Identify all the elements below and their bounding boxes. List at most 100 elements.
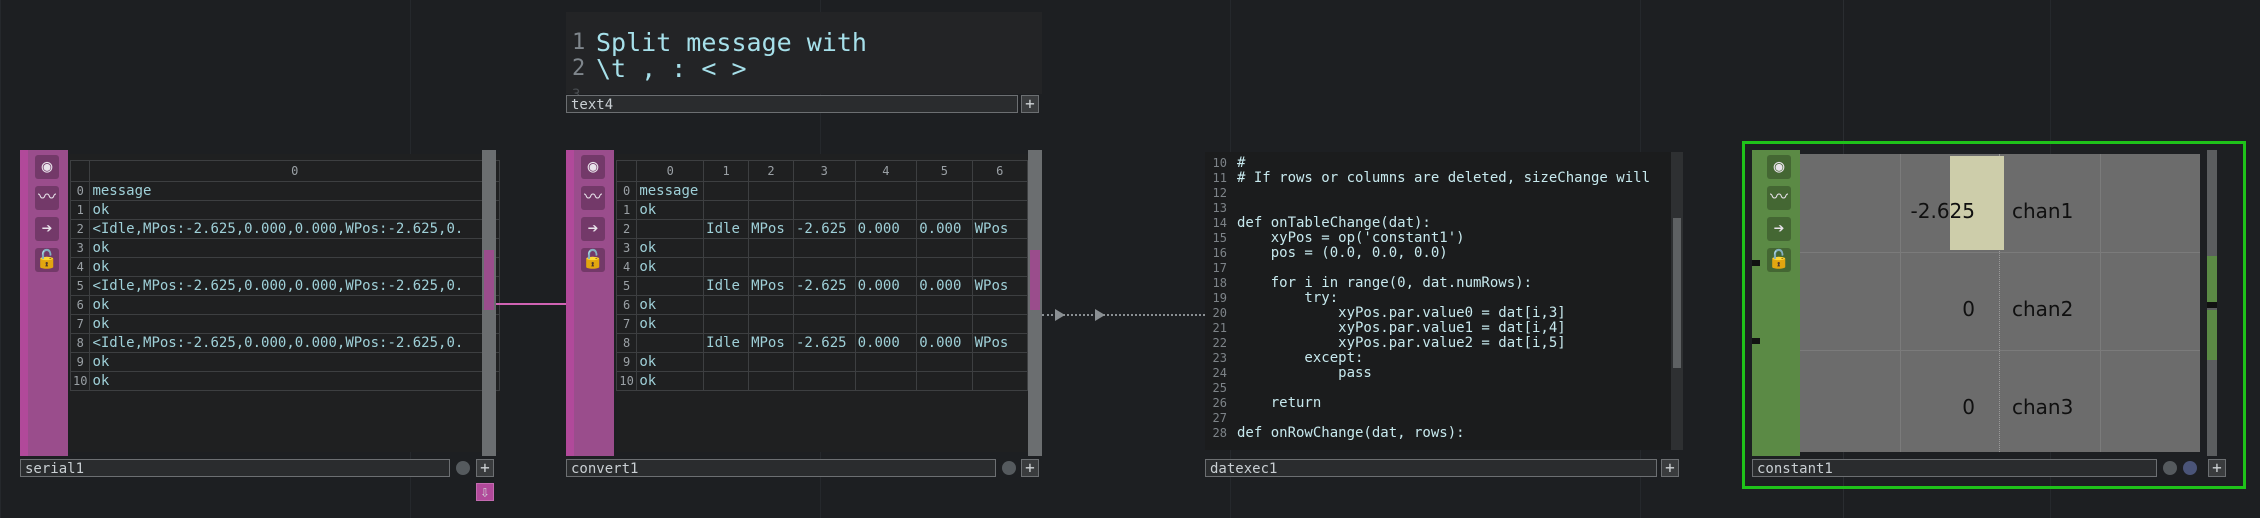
table-cell: ok (89, 257, 500, 277)
viewer-icon[interactable]: ◉ (581, 155, 605, 179)
download-icon[interactable]: ⇩ (476, 483, 494, 501)
table-cell: 0.000 (854, 219, 918, 239)
column-header: 6 (971, 160, 1029, 182)
table-viewer[interactable]: 0 0 message 1 ok 2 <Idle,MPos:-2.625,0.000,0.… (69, 154, 500, 452)
status-dot[interactable] (2163, 461, 2177, 475)
table-cell (792, 181, 856, 201)
output-port[interactable] (2207, 256, 2217, 306)
table-cell (916, 295, 973, 315)
column-header: 2 (748, 160, 794, 182)
table-cell (703, 295, 750, 315)
table-row: 4 ok (69, 257, 500, 277)
output-port[interactable] (2207, 310, 2217, 360)
table-cell: <Idle,MPos:-2.625,0.000,0.000,WPos:-2.62… (89, 276, 500, 296)
bypass-icon[interactable]: 〰 (35, 186, 59, 210)
table-cell (854, 314, 918, 334)
table-cell (916, 238, 973, 258)
table-cell (971, 257, 1029, 277)
plus-icon[interactable]: + (1021, 95, 1039, 113)
table-cell (916, 371, 973, 391)
table-cell (854, 352, 918, 372)
table-cell: ok (636, 314, 705, 334)
code-line: xyPos.par.value2 = dat[i,5] (1237, 335, 1566, 351)
serial-node[interactable]: ◉ 〰 ➔ 🔓 0 0 message 1 ok 2 <Idle,MPos:-2.625,… (20, 150, 500, 456)
output-port[interactable] (1030, 250, 1040, 310)
row-index: 8 (615, 333, 638, 353)
scrollbar-thumb[interactable] (1673, 218, 1681, 368)
table-cell: WPos (971, 276, 1029, 296)
code-line: except: (1237, 350, 1364, 366)
table-cell: 0.000 (916, 333, 973, 353)
bypass-icon[interactable]: 〰 (1767, 186, 1791, 210)
table-cell (854, 200, 918, 220)
bypass-icon[interactable]: 〰 (581, 186, 605, 210)
plus-icon[interactable]: + (2208, 459, 2226, 477)
arrow-right-icon[interactable]: ➔ (1767, 217, 1791, 241)
line-number: 22 (1212, 336, 1227, 350)
status-dot[interactable] (2183, 461, 2197, 475)
row-index: 5 (615, 276, 638, 296)
code-viewer[interactable]: 10 #11 # If rows or columns are deleted, s… (1205, 152, 1683, 450)
lock-icon[interactable]: 🔓 (1767, 248, 1791, 272)
table-cell (703, 238, 750, 258)
line-number: 26 (1212, 396, 1227, 410)
table-cell (748, 371, 794, 391)
input-bar (566, 150, 574, 456)
node-name-label[interactable]: datexec1 (1205, 459, 1657, 477)
table-cell: WPos (971, 219, 1029, 239)
code-line: try: (1237, 290, 1339, 306)
node-name-label[interactable]: constant1 (1752, 459, 2157, 477)
table-row: 5 Idle MPos -2.625 0.000 0.000 WPos (615, 276, 1029, 296)
line-number: 25 (1212, 381, 1227, 395)
wire (496, 303, 566, 305)
column-header: 4 (854, 160, 918, 182)
status-dot[interactable] (1002, 461, 1016, 475)
node-name-label[interactable]: serial1 (20, 459, 450, 477)
plus-icon[interactable]: + (1021, 459, 1039, 477)
table-cell (971, 371, 1029, 391)
table-cell: WPos (971, 333, 1029, 353)
table-row: 7 ok (69, 314, 500, 334)
output-port[interactable] (484, 250, 494, 310)
viewer-icon[interactable]: ◉ (35, 155, 59, 179)
input-connector[interactable] (1752, 338, 1760, 344)
table-row: 2 <Idle,MPos:-2.625,0.000,0.000,WPos:-2.6… (69, 219, 500, 239)
line-number: 27 (1212, 411, 1227, 425)
lock-icon[interactable]: 🔓 (35, 248, 59, 272)
status-dot[interactable] (456, 461, 470, 475)
arrow-right-icon[interactable]: ➔ (581, 217, 605, 241)
input-connector[interactable] (1752, 260, 1760, 266)
table-row: 6 ok (615, 295, 1029, 315)
table-row: 9 ok (615, 352, 1029, 372)
channel-value: 0 (1962, 297, 1975, 321)
table-cell: 0.000 (916, 219, 973, 239)
table-viewer[interactable]: 0123456 0 message 1 ok 2 Idle MPos -2.625 0.000 0… (615, 154, 1029, 452)
plus-icon[interactable]: + (476, 459, 494, 477)
table-cell (971, 181, 1029, 201)
table-cell: ok (636, 295, 705, 315)
viewer-icon[interactable]: ◉ (1767, 155, 1791, 179)
table-cell (854, 295, 918, 315)
channel-name: chan2 (2012, 297, 2074, 321)
arrow-right-icon[interactable]: ➔ (35, 217, 59, 241)
plus-icon[interactable]: + (1661, 459, 1679, 477)
node-name-label[interactable]: text4 (566, 95, 1018, 113)
corner-cell (69, 160, 91, 182)
channel-viewer[interactable]: -2.625 chan1 0 chan2 0 chan3 (1800, 154, 2200, 452)
constant-node[interactable]: ◉ 〰 ➔ 🔓 -2.625 chan1 0 chan2 0 chan3 (1752, 150, 2217, 456)
lock-icon[interactable]: 🔓 (581, 248, 605, 272)
text-line: Split message with (596, 28, 867, 57)
code-line: def onRowChange(dat, rows): (1237, 425, 1465, 441)
channel-value: -2.625 (1910, 199, 1975, 223)
table-cell (703, 352, 750, 372)
code-line: xyPos.par.value1 = dat[i,4] (1237, 320, 1566, 336)
line-number: 2 (572, 56, 586, 81)
text-node-viewer[interactable]: 1 Split message with 2 \t , : < > 3 (566, 12, 1042, 103)
convert-node[interactable]: ◉ 〰 ➔ 🔓 0123456 0 message 1 ok 2 Idle MPos -2.6… (566, 150, 1042, 456)
row-index: 7 (69, 314, 91, 334)
table-cell (792, 238, 856, 258)
line-number: 10 (1212, 156, 1227, 170)
column-header: 1 (703, 160, 750, 182)
output-connector[interactable] (2207, 302, 2217, 308)
node-name-label[interactable]: convert1 (566, 459, 996, 477)
